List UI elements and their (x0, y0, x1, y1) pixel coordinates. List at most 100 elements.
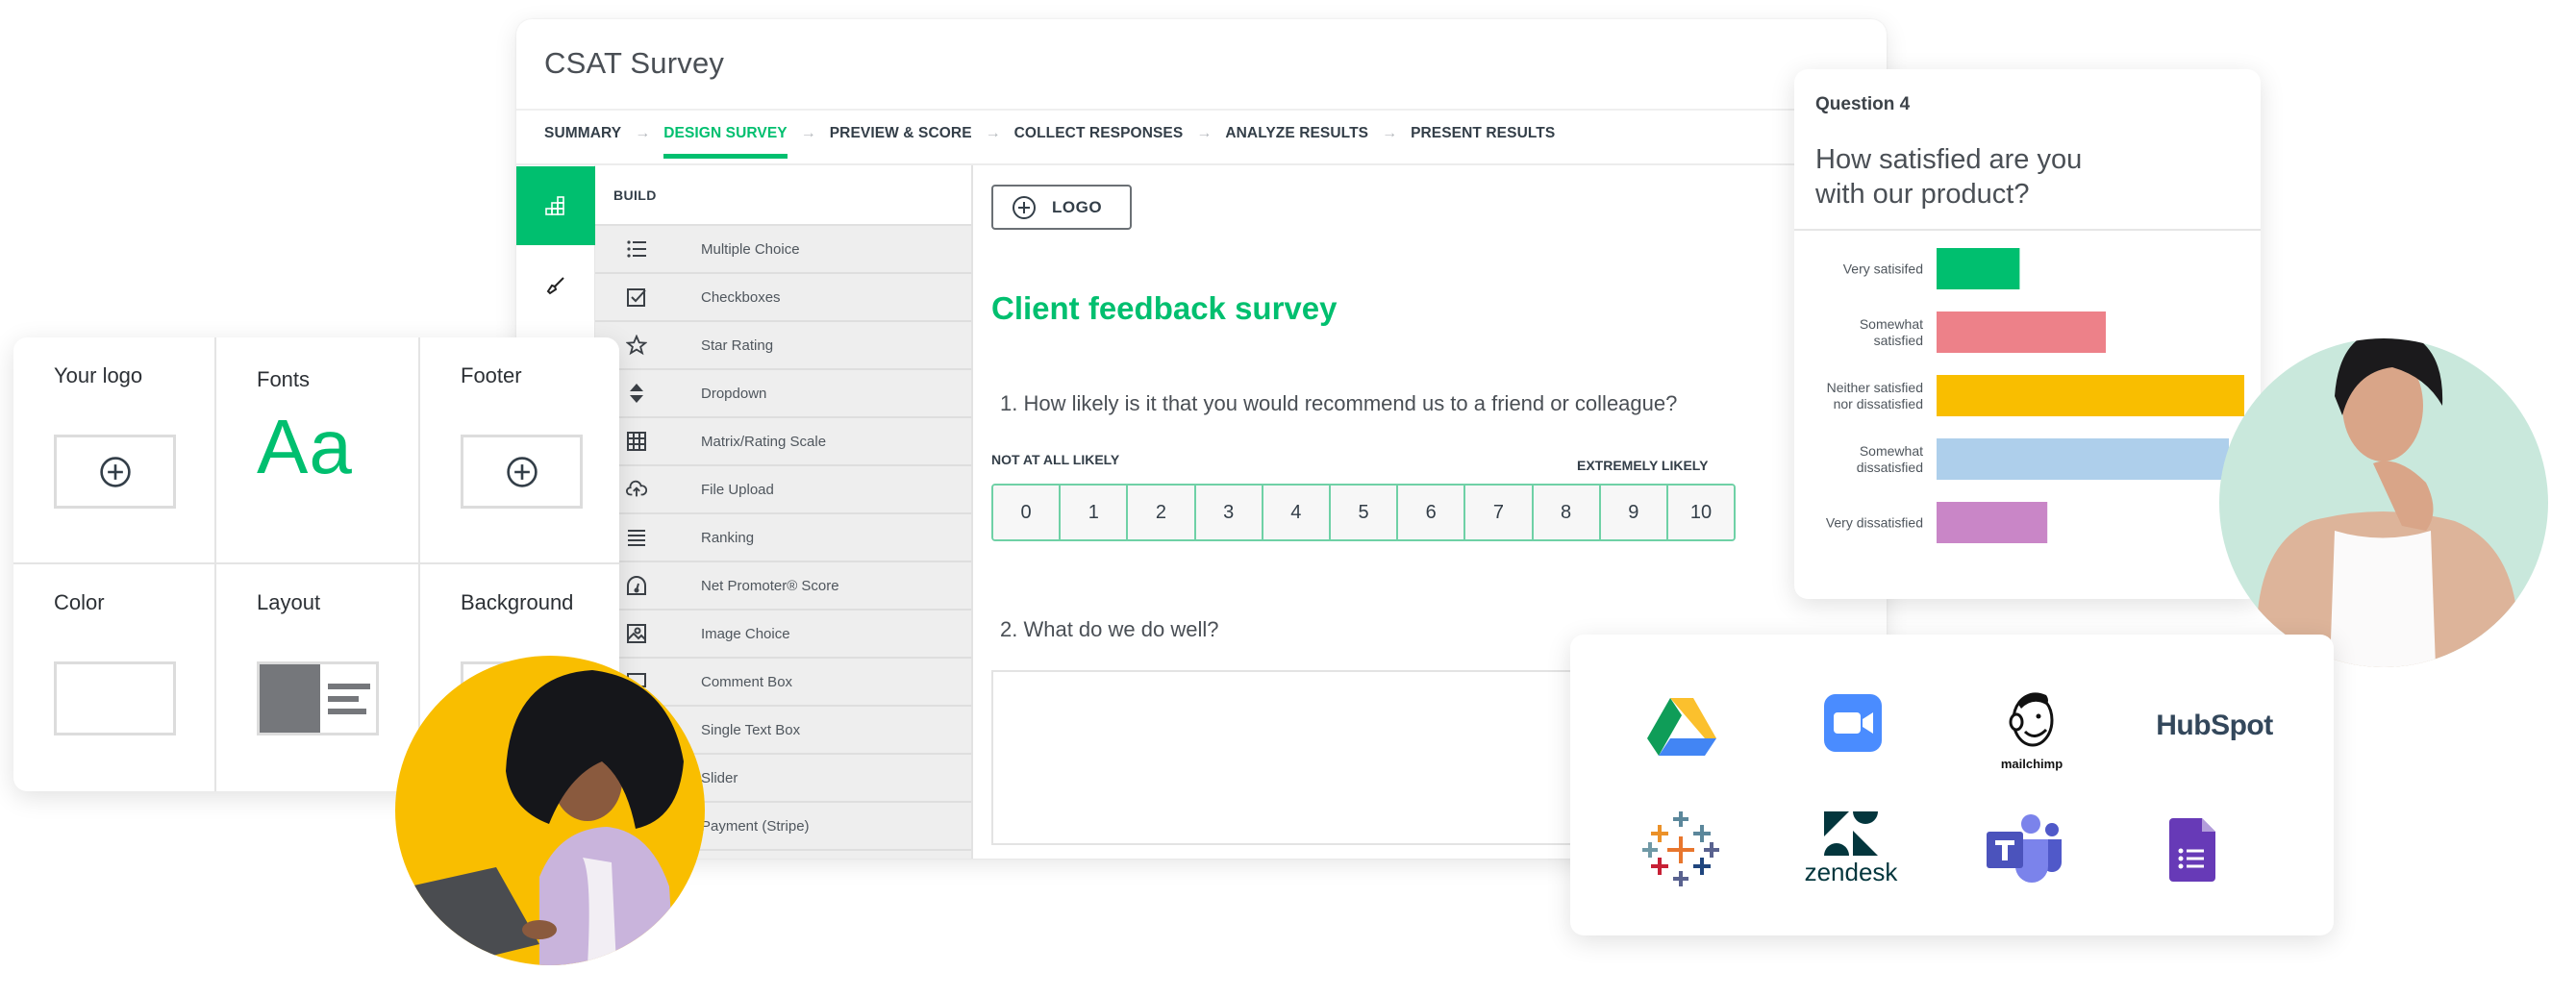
add-logo-button[interactable]: LOGO (991, 185, 1132, 230)
survey-title[interactable]: Client feedback survey (991, 290, 1338, 327)
nps-scale: 0 1 2 3 4 5 6 7 8 9 10 (991, 484, 1736, 541)
customize-label: Fonts (257, 367, 311, 391)
customize-label: Footer (461, 363, 522, 387)
build-item-label: Ranking (701, 529, 755, 546)
integration-hubspot[interactable]: HubSpot (2152, 702, 2277, 750)
build-item-image-choice[interactable]: Image Choice (595, 611, 971, 659)
plus-circle-icon (99, 456, 131, 487)
color-palette-swatch[interactable] (54, 661, 176, 735)
integration-zoom[interactable] (1818, 688, 1888, 758)
customize-footer[interactable]: Footer (420, 337, 619, 564)
bar-label-2: Neither satisfied nor dissatisfied (1827, 380, 1923, 411)
question-number: Question 4 (1815, 94, 1911, 114)
tab-design-survey[interactable]: DESIGN SURVEY (663, 125, 788, 159)
layout-text-lines-icon (320, 664, 376, 733)
scale-high-label: EXTREMELY LIKELY (1577, 458, 1709, 473)
arrow-right-icon: → (800, 125, 816, 141)
build-rail-button[interactable] (516, 166, 595, 245)
integration-mailchimp[interactable]: mailchimp (1988, 681, 2075, 777)
workflow-steps: SUMMARY → DESIGN SURVEY → PREVIEW & SCOR… (544, 125, 1555, 159)
person-illustration-icon (2256, 338, 2519, 667)
gauge-icon (627, 576, 646, 595)
arrow-right-icon: → (985, 125, 1001, 141)
integration-tableau[interactable] (1639, 808, 1722, 890)
bar-label-3: Somewhat dissatisfied (1857, 443, 1923, 475)
build-item-checkboxes[interactable]: Checkboxes (595, 274, 971, 322)
nps-option-2[interactable]: 2 (1128, 486, 1196, 539)
bar-label-4: Very dissatisfied (1826, 515, 1923, 531)
integration-google-drive[interactable] (1643, 688, 1720, 765)
layout-image-block (260, 664, 320, 733)
nps-option-1[interactable]: 1 (1061, 486, 1129, 539)
thinking-person-photo (2219, 338, 2548, 667)
customize-label: Color (54, 590, 105, 614)
customize-layout[interactable]: Layout (216, 564, 420, 791)
build-item-label: Matrix/Rating Scale (701, 433, 827, 450)
person-illustration-icon (410, 670, 684, 965)
integration-zendesk[interactable]: zendesk (1793, 806, 1909, 892)
nps-option-9[interactable]: 9 (1600, 486, 1668, 539)
build-item-matrix-rating-scale[interactable]: Matrix/Rating Scale (595, 418, 971, 466)
bar-3 (1937, 438, 2229, 480)
nps-option-7[interactable]: 7 (1465, 486, 1534, 539)
teams-icon (1987, 814, 2062, 883)
google-forms-icon (2169, 818, 2215, 882)
nps-option-0[interactable]: 0 (993, 486, 1062, 539)
build-item-label: Net Promoter® Score (701, 577, 839, 594)
tab-summary[interactable]: SUMMARY (544, 125, 621, 142)
bar-1 (1937, 312, 2106, 353)
plus-circle-icon (506, 456, 538, 487)
customize-logo[interactable]: Your logo (13, 337, 216, 564)
question-1-text[interactable]: 1. How likely is it that you would recom… (1000, 391, 1677, 416)
nps-option-4[interactable]: 4 (1263, 486, 1331, 539)
customize-fonts[interactable]: Fonts Aa (216, 337, 420, 564)
person-with-tablet-photo (395, 656, 705, 965)
dropdown-icon (630, 384, 643, 403)
nps-option-5[interactable]: 5 (1330, 486, 1399, 539)
scale-low-label: NOT AT ALL LIKELY (991, 452, 1120, 467)
tab-collect-responses[interactable]: COLLECT RESPONSES (1014, 125, 1184, 142)
build-item-label: Image Choice (701, 625, 790, 642)
build-item-star-rating[interactable]: Star Rating (595, 322, 971, 370)
build-header: BUILD (595, 165, 971, 226)
hubspot-icon: HubSpot (2156, 710, 2273, 741)
bar-2 (1937, 375, 2244, 416)
build-item-multiple-choice[interactable]: Multiple Choice (595, 226, 971, 274)
build-item-net-promoter-score[interactable]: Net Promoter® Score (595, 562, 971, 611)
add-footer-box[interactable] (461, 435, 583, 509)
build-item-dropdown[interactable]: Dropdown (595, 370, 971, 418)
plus-circle-icon (1013, 195, 1036, 219)
bar-label-0: Very satisifed (1843, 262, 1923, 277)
customize-color[interactable]: Color (13, 564, 216, 791)
integration-microsoft-teams[interactable] (1982, 808, 2068, 888)
question-2-text[interactable]: 2. What do we do well? (1000, 617, 1218, 642)
build-item-label: Single Text Box (701, 721, 801, 738)
build-item-file-upload[interactable]: File Upload (595, 466, 971, 514)
build-item-ranking[interactable]: Ranking (595, 514, 971, 562)
ranking-icon (628, 530, 645, 546)
nps-option-10[interactable]: 10 (1667, 486, 1734, 539)
nps-option-3[interactable]: 3 (1195, 486, 1263, 539)
build-item-label: File Upload (701, 481, 774, 498)
results-bar-chart: Very satisifed Somewhat satisfied Neither s… (1826, 248, 2244, 543)
list-icon (627, 240, 646, 258)
build-blocks-icon (545, 196, 564, 215)
layout-preview[interactable] (257, 661, 379, 735)
build-item-label: Dropdown (701, 385, 767, 402)
build-item-label: Slider (701, 769, 738, 786)
design-rail-button[interactable] (516, 246, 595, 325)
bar-4 (1937, 502, 2048, 543)
tab-present-results[interactable]: PRESENT RESULTS (1411, 125, 1555, 142)
integration-google-forms[interactable] (2159, 813, 2226, 886)
add-logo-box[interactable] (54, 435, 176, 509)
nps-option-8[interactable]: 8 (1533, 486, 1601, 539)
star-icon (626, 335, 647, 356)
tab-analyze-results[interactable]: ANALYZE RESULTS (1225, 125, 1368, 142)
tab-preview-score[interactable]: PREVIEW & SCORE (830, 125, 972, 142)
customize-label: Layout (257, 590, 321, 614)
customize-label: Your logo (54, 363, 143, 387)
nps-option-6[interactable]: 6 (1398, 486, 1466, 539)
google-drive-icon (1647, 698, 1716, 756)
arrow-right-icon: → (1382, 125, 1398, 141)
build-item-label: Star Rating (701, 336, 774, 354)
